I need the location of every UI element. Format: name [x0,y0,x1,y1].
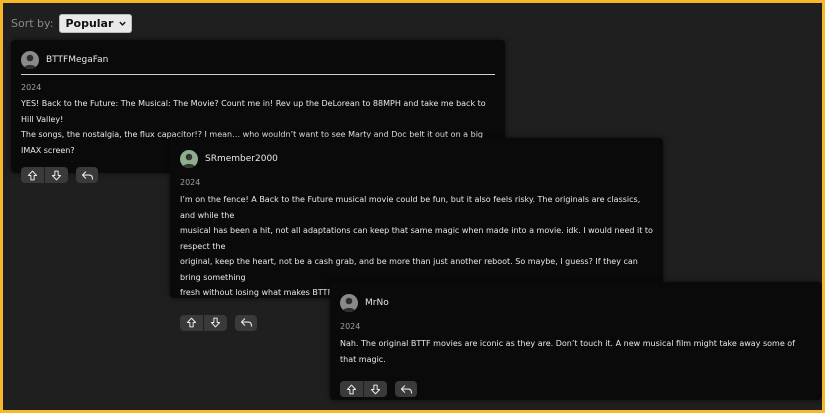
arrow-down-icon [51,170,62,180]
upvote-button[interactable] [180,315,203,331]
user-avatar-icon [182,153,196,168]
comment-actions [340,381,812,397]
chevron-down-icon [119,21,127,26]
user-avatar-icon [342,297,356,312]
vote-group [340,381,387,397]
vote-group [21,167,68,183]
comment-year: 2024 [21,83,42,92]
reply-button[interactable] [395,381,417,397]
sort-select[interactable]: Popular [59,14,133,33]
comment-header: MrNo [340,294,812,312]
avatar [21,51,39,69]
comments-panel: Sort by: Popular BTTFMegaFan 2024 YES! B… [3,3,822,410]
downvote-button[interactable] [203,314,227,331]
arrow-down-icon [210,317,221,328]
avatar [180,150,198,168]
comment-card: MrNo 2024 Nah. The original BTTF movies … [330,282,822,400]
comment-body: Nah. The original BTTF movies are iconic… [340,336,812,367]
sort-bar: Sort by: Popular [11,14,133,33]
vote-group [180,314,227,331]
arrow-up-icon [27,170,38,180]
comment-header: BTTFMegaFan [21,51,495,75]
reply-icon [81,170,93,180]
sort-label: Sort by: [11,17,54,30]
comment-line: YES! Back to the Future: The Musical: Th… [21,99,486,124]
username[interactable]: SRmember2000 [205,154,278,164]
comment-header: SRmember2000 [180,150,653,168]
username[interactable]: BTTFMegaFan [46,55,108,65]
comment-year: 2024 [340,322,361,331]
reply-icon [400,384,412,394]
comment-year: 2024 [180,178,201,187]
reply-button[interactable] [235,314,257,331]
comment-card: SRmember2000 2024 I’m on the fence! A Ba… [170,138,663,331]
username[interactable]: MrNo [365,298,389,308]
arrow-up-icon [186,317,197,328]
upvote-button[interactable] [21,167,44,183]
arrow-up-icon [346,384,357,394]
comment-line: musical has been a hit, not all adaptati… [180,226,653,251]
reply-button[interactable] [76,167,98,183]
upvote-button[interactable] [340,381,363,397]
arrow-down-icon [370,384,381,394]
reply-icon [240,318,252,327]
downvote-button[interactable] [44,167,68,183]
comment-line: original, keep the heart, not be a cash … [180,257,638,282]
comment-line: Nah. The original BTTF movies are iconic… [340,339,795,364]
downvote-button[interactable] [363,381,387,397]
user-avatar-icon [23,54,37,69]
sort-selected-value: Popular [65,17,114,30]
avatar [340,294,358,312]
comment-line: I’m on the fence! A Back to the Future m… [180,195,641,220]
